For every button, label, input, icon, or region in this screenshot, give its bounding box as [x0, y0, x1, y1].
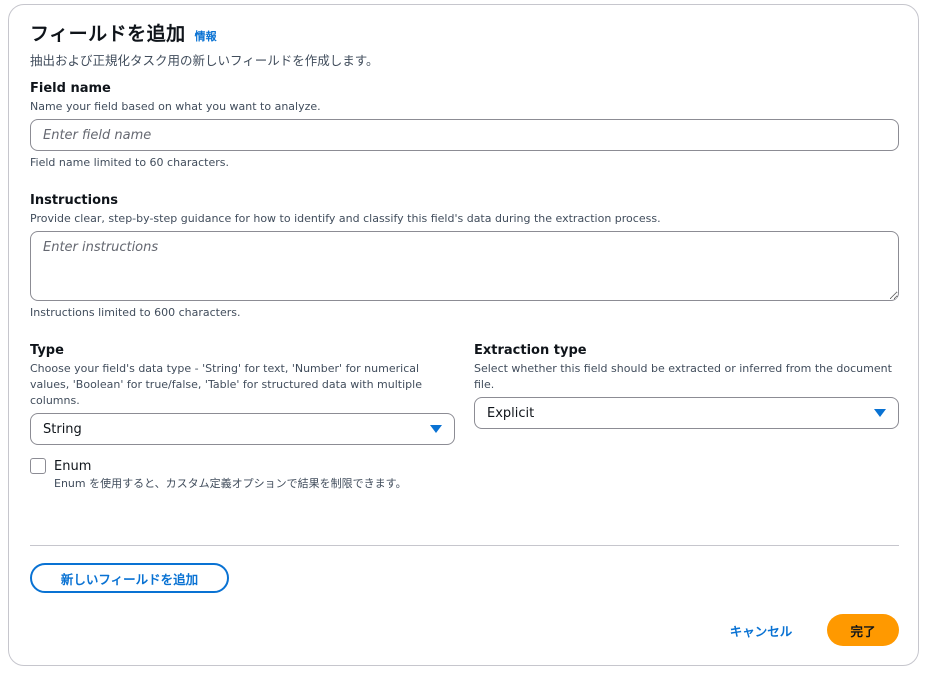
caret-down-icon	[430, 425, 442, 433]
extraction-type-description: Select whether this field should be extr…	[474, 361, 904, 393]
type-description-line: values, 'Boolean' for true/false, 'Table…	[30, 378, 422, 391]
type-description-line: columns.	[30, 394, 80, 407]
field-name-label: Field name	[30, 81, 111, 96]
extraction-type-description-line: file.	[474, 378, 495, 391]
info-link[interactable]: 情報	[195, 28, 217, 44]
panel-header: フィールドを追加 情報	[30, 19, 217, 46]
add-new-field-button[interactable]: 新しいフィールドを追加	[30, 563, 229, 593]
type-select[interactable]: String	[30, 413, 455, 445]
enum-description: Enum を使用すると、カスタム定義オプションで結果を制限できます。	[54, 477, 407, 490]
extraction-type-select-value: Explicit	[487, 405, 535, 421]
type-select-value: String	[43, 421, 82, 437]
page-subtitle: 抽出および正規化タスク用の新しいフィールドを作成します。	[30, 53, 379, 68]
field-name-constraint: Field name limited to 60 characters.	[30, 156, 229, 169]
add-field-panel: フィールドを追加 情報 抽出および正規化タスク用の新しいフィールドを作成します。…	[8, 4, 919, 666]
instructions-description: Provide clear, step-by-step guidance for…	[30, 212, 661, 225]
enum-label: Enum	[54, 459, 92, 474]
type-description-line: Choose your field's data type - 'String'…	[30, 362, 420, 375]
extraction-type-select[interactable]: Explicit	[474, 397, 899, 429]
field-name-input[interactable]	[30, 119, 899, 151]
enum-checkbox[interactable]	[30, 458, 46, 474]
instructions-label: Instructions	[30, 193, 119, 208]
caret-down-icon	[874, 409, 886, 417]
done-button[interactable]: 完了	[827, 614, 899, 646]
instructions-textarea[interactable]	[30, 231, 899, 301]
extraction-type-description-line: Select whether this field should be extr…	[474, 362, 892, 375]
extraction-type-label: Extraction type	[474, 343, 587, 358]
type-description: Choose your field's data type - 'String'…	[30, 361, 460, 409]
field-name-description: Name your field based on what you want t…	[30, 100, 321, 113]
type-label: Type	[30, 343, 64, 358]
cancel-button[interactable]: キャンセル	[718, 615, 804, 645]
instructions-constraint: Instructions limited to 600 characters.	[30, 306, 241, 319]
divider	[30, 545, 899, 546]
page-title: フィールドを追加	[30, 23, 186, 45]
